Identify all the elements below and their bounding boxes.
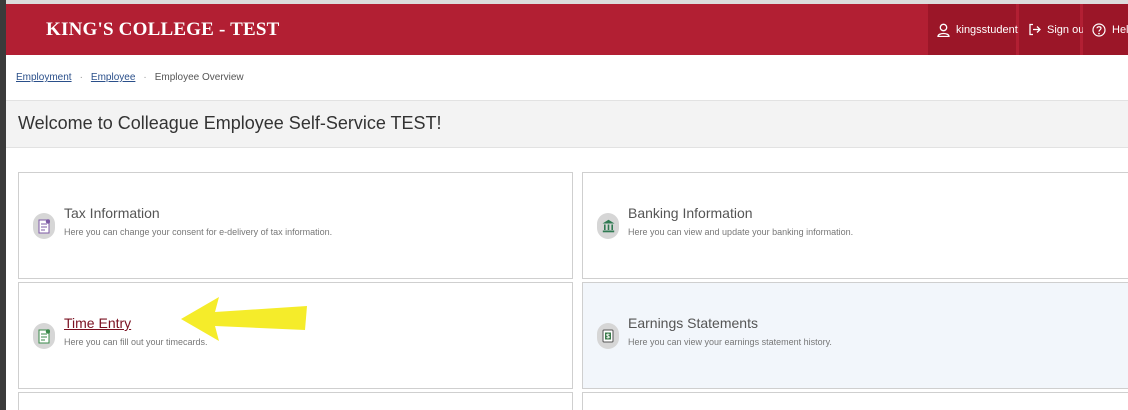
- page-title-bar: Welcome to Colleague Employee Self-Servi…: [6, 100, 1128, 148]
- help-label: Hel: [1112, 23, 1128, 36]
- tile-title[interactable]: Tax Information: [64, 205, 160, 221]
- tile-title[interactable]: Banking Information: [628, 205, 753, 221]
- yellow-arrow-annotation: [181, 297, 307, 341]
- help-button[interactable]: Hel: [1083, 4, 1128, 55]
- user-account-button[interactable]: kingsstudent: [928, 4, 1018, 55]
- breadcrumb-current-page: Employee Overview: [154, 72, 244, 83]
- header-bar: KING'S COLLEGE - TEST kingsstudent Sign …: [6, 4, 1128, 55]
- timecard-icon: [33, 323, 55, 349]
- bank-icon: [597, 213, 619, 239]
- tile-earnings-statements[interactable]: Earnings Statements Here you can view yo…: [582, 282, 1128, 389]
- tax-document-icon: [33, 213, 55, 239]
- help-icon: [1092, 22, 1106, 37]
- breadcrumb-separator: ·: [143, 72, 147, 83]
- tile-title[interactable]: Earnings Statements: [628, 315, 758, 331]
- sign-out-icon: [1029, 23, 1041, 36]
- tile-partial-left[interactable]: [18, 392, 573, 410]
- breadcrumb: Employment · Employee · Employee Overvie…: [16, 72, 244, 83]
- user-icon: [937, 23, 950, 37]
- tile-partial-right[interactable]: [582, 392, 1128, 410]
- breadcrumb-employment[interactable]: Employment: [16, 72, 72, 83]
- tile-description: Here you can view and update your bankin…: [628, 227, 854, 237]
- tile-description: Here you can change your consent for e-d…: [64, 227, 333, 237]
- earnings-statement-icon: [597, 323, 619, 349]
- page-title: Welcome to Colleague Employee Self-Servi…: [18, 113, 442, 133]
- tile-banking-information[interactable]: Banking Information Here you can view an…: [582, 172, 1128, 279]
- sign-out-label: Sign out: [1047, 23, 1088, 36]
- sign-out-button[interactable]: Sign out: [1019, 4, 1087, 55]
- tile-title[interactable]: Time Entry: [64, 315, 131, 331]
- college-brand-title[interactable]: KING'S COLLEGE - TEST: [46, 19, 280, 41]
- tile-tax-information[interactable]: Tax Information Here you can change your…: [18, 172, 573, 279]
- user-name-label: kingsstudent: [956, 23, 1018, 36]
- breadcrumb-separator: ·: [79, 72, 83, 83]
- breadcrumb-employee[interactable]: Employee: [91, 72, 135, 83]
- page: KING'S COLLEGE - TEST kingsstudent Sign …: [6, 0, 1128, 410]
- top-header: KING'S COLLEGE - TEST kingsstudent Sign …: [6, 0, 1128, 55]
- tile-description: Here you can view your earnings statemen…: [628, 337, 832, 347]
